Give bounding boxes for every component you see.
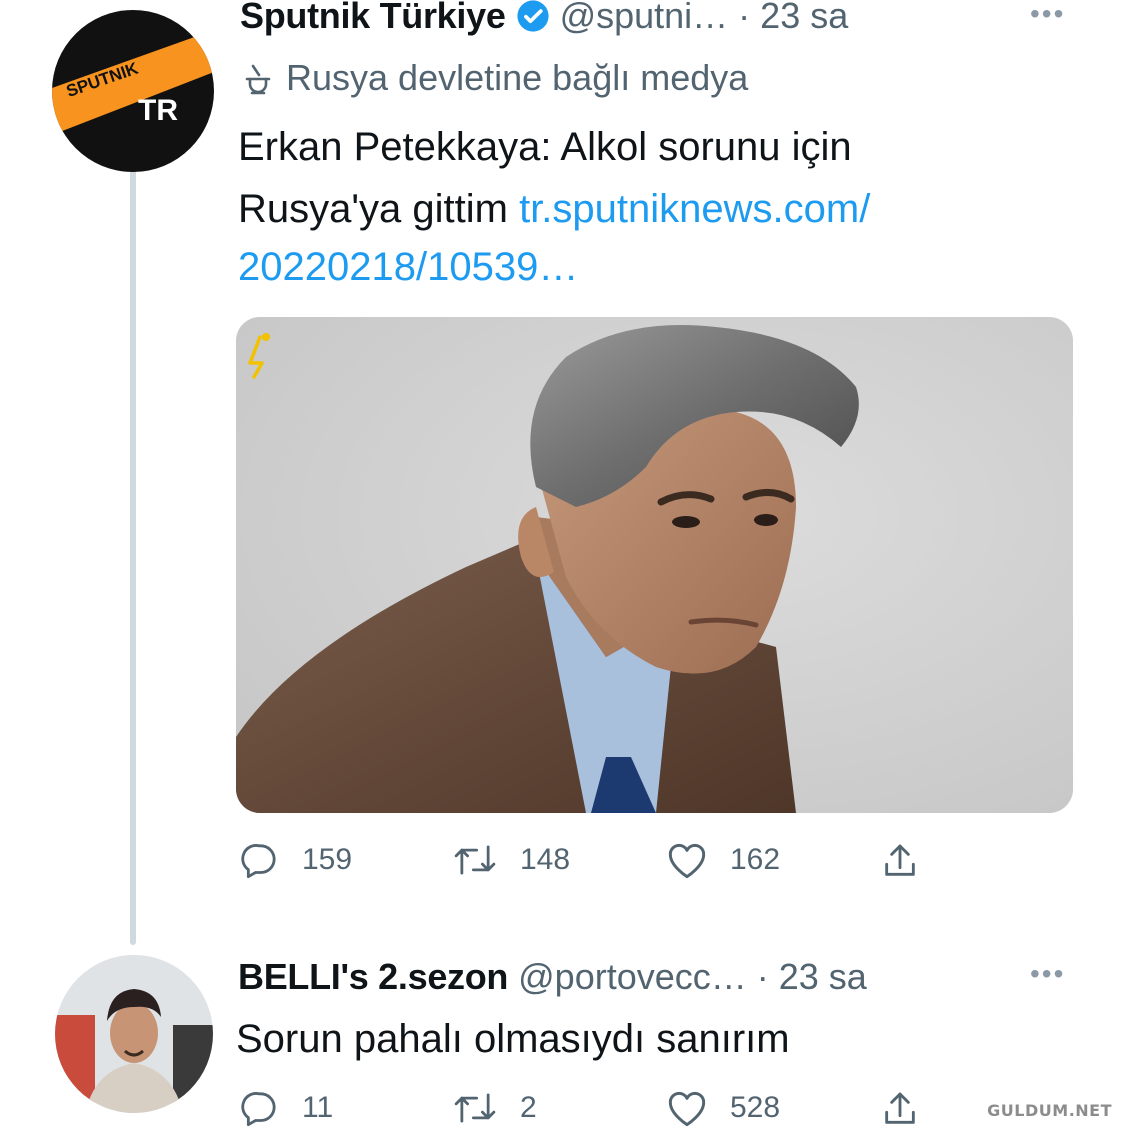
article-link-part1[interactable]: tr.sputniknews.com/ — [519, 187, 870, 231]
more-horizontal-icon[interactable]: ••• — [1030, 958, 1065, 990]
tweet2-text: Sorun pahalı olmasıydı sanırım — [236, 1017, 790, 1061]
handle[interactable]: @portovecc… — [518, 956, 747, 998]
heart-icon — [668, 843, 706, 879]
sputnik-logo: SPUTNIK TR — [52, 10, 214, 172]
reply-button[interactable]: 11 — [240, 1088, 333, 1128]
state-media-label-text: Rusya devletine bağlı medya — [286, 57, 749, 98]
like-count: 528 — [730, 1091, 781, 1124]
thread-connector-line — [130, 160, 136, 945]
retweet-count: 2 — [520, 1091, 537, 1124]
avatar-sputnik[interactable]: SPUTNIK TR — [52, 10, 214, 172]
like-button[interactable]: 162 — [666, 840, 780, 880]
tweet1-text-line1: Erkan Petekkaya: Alkol sorunu için — [238, 125, 852, 169]
state-media-icon — [240, 60, 276, 96]
retweet-button[interactable]: 2 — [452, 1088, 537, 1128]
state-media-label[interactable]: Rusya devletine bağlı medya — [240, 56, 748, 100]
retweet-icon — [454, 845, 496, 875]
retweet-icon — [454, 1093, 496, 1123]
like-count: 162 — [730, 843, 781, 876]
separator-dot: · — [738, 0, 751, 36]
reply-button[interactable]: 159 — [240, 840, 352, 880]
more-horizontal-icon[interactable]: ••• — [1030, 0, 1065, 30]
heart-icon — [668, 1091, 706, 1127]
tweet1-text-line2-body: Rusya'ya gittim — [238, 187, 508, 231]
timestamp[interactable]: 23 sa — [779, 956, 867, 998]
avatar-user[interactable] — [55, 955, 213, 1113]
reply-icon — [241, 844, 276, 879]
share-button[interactable] — [880, 840, 920, 882]
verified-badge-icon — [516, 0, 550, 33]
reply-count: 11 — [302, 1091, 334, 1124]
user-avatar-photo — [55, 955, 213, 1113]
share-icon — [885, 844, 915, 876]
timestamp[interactable]: 23 sa — [760, 0, 848, 37]
like-button[interactable]: 528 — [666, 1088, 780, 1128]
retweet-count: 148 — [520, 843, 571, 876]
article-link-part2[interactable]: 20220218/10539… — [238, 238, 578, 296]
tweet1-text-line2: Rusya'ya gittim tr.sputniknews.com/ — [238, 180, 870, 238]
reply-count: 159 — [302, 843, 353, 876]
display-name[interactable]: Sputnik Türkiye — [240, 0, 506, 37]
site-watermark: GULDUM.NET — [987, 1101, 1112, 1120]
separator-dot: · — [756, 956, 769, 997]
portrait-photo — [236, 317, 1073, 813]
tweet-media-photo[interactable] — [236, 317, 1073, 813]
tweet2-header: BELLI's 2.sezon @portovecc… · 23 sa — [238, 952, 867, 1002]
retweet-button[interactable]: 148 — [452, 840, 570, 880]
tr-badge-text: TR — [138, 94, 178, 127]
display-name[interactable]: BELLI's 2.sezon — [238, 956, 508, 998]
handle[interactable]: @sputni… — [560, 0, 729, 37]
tweet1-header: Sputnik Türkiye @sputni… · 23 sa — [240, 0, 848, 40]
reply-icon — [241, 1092, 276, 1127]
